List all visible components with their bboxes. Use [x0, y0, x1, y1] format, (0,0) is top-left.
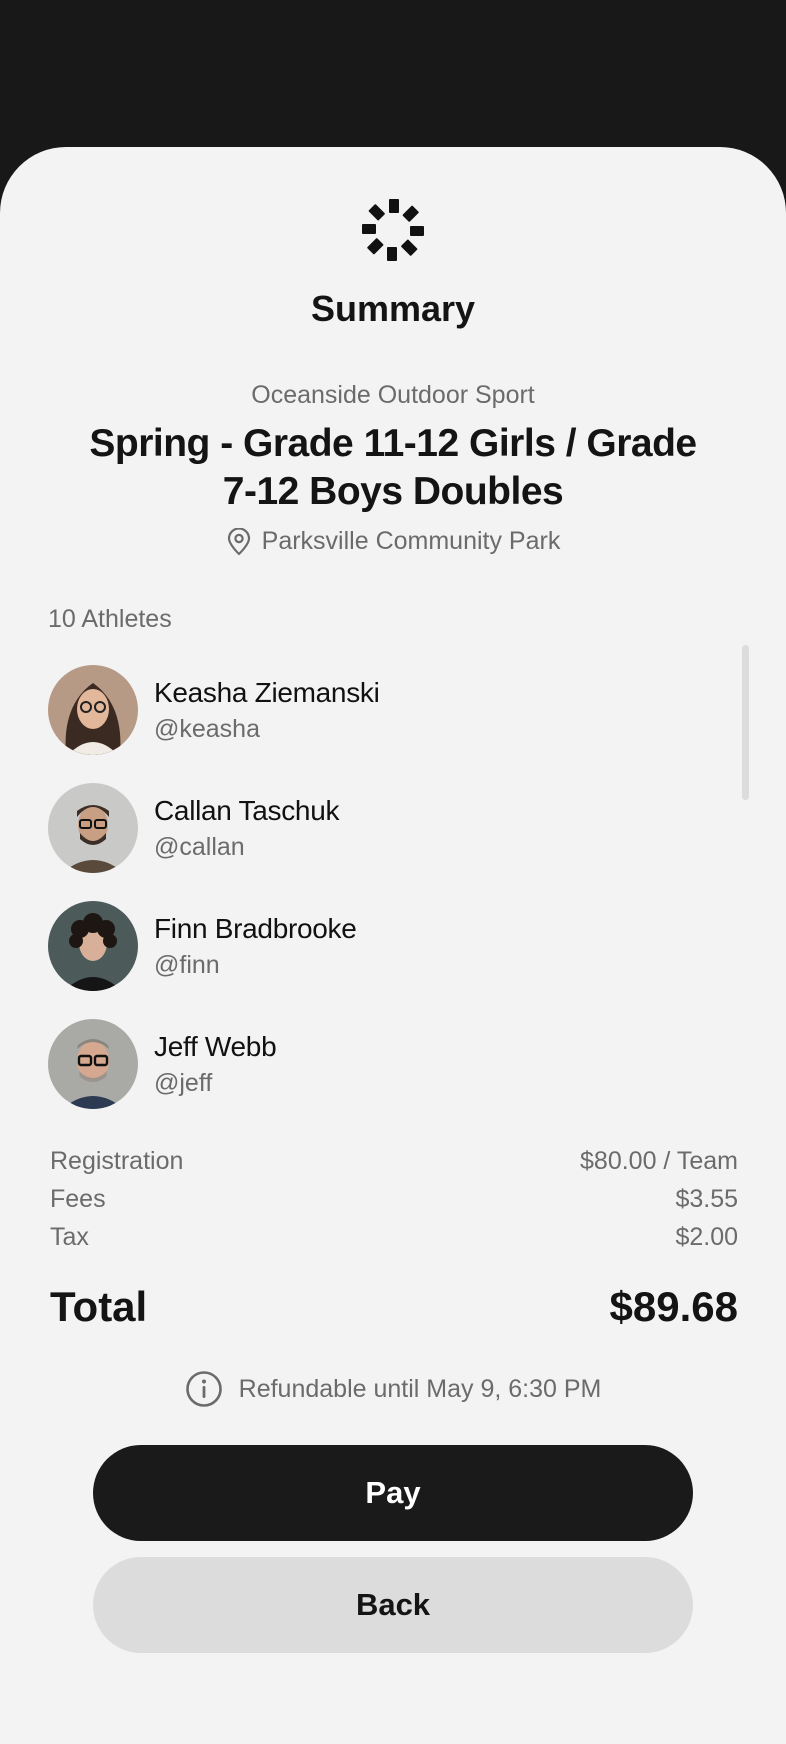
athlete-name: Callan Taschuk — [154, 794, 340, 826]
event-name: Spring - Grade 11-12 Girls / Grade 7-12 … — [89, 422, 697, 513]
page-title: Summary — [310, 288, 476, 329]
location-label: Parksville Community Park — [261, 527, 561, 555]
fees-label: Fees — [50, 1185, 106, 1213]
avatar — [48, 1019, 138, 1109]
total-value: $89.68 — [609, 1283, 738, 1330]
registration-label: Registration — [50, 1147, 184, 1175]
tax-row: Tax $2.00 — [50, 1223, 738, 1252]
event-location: Parksville Community Park — [0, 527, 786, 556]
map-pin-icon — [226, 527, 252, 556]
total-label: Total — [50, 1283, 148, 1330]
back-button[interactable]: Back — [93, 1557, 693, 1653]
athlete-name: Finn Bradbrooke — [154, 912, 357, 944]
info-icon — [185, 1370, 223, 1408]
fees-row: Fees $3.55 — [50, 1185, 738, 1214]
athlete-count: 10 Athletes — [48, 605, 172, 633]
athlete-handle: @finn — [154, 950, 220, 979]
list-item[interactable]: Jeff Webb @jeff — [48, 1018, 728, 1110]
athlete-list-scrollbar[interactable] — [742, 645, 749, 800]
organizer-name: Oceanside Outdoor Sport — [251, 381, 535, 409]
fees-value: $3.55 — [675, 1185, 738, 1213]
athlete-name: Jeff Webb — [154, 1030, 277, 1062]
registration-value: $80.00 / Team — [580, 1147, 738, 1175]
avatar — [48, 665, 138, 755]
list-item[interactable]: Callan Taschuk @callan — [48, 782, 728, 874]
avatar — [48, 783, 138, 873]
athlete-name: Keasha Ziemanski — [154, 676, 380, 708]
athlete-handle: @jeff — [154, 1068, 213, 1097]
list-item[interactable]: Finn Bradbrooke @finn — [48, 900, 728, 992]
registration-row: Registration $80.00 / Team — [50, 1147, 738, 1176]
athlete-handle: @callan — [154, 832, 245, 861]
total-row: Total $89.68 — [50, 1283, 738, 1331]
tax-value: $2.00 — [675, 1223, 738, 1251]
list-item[interactable]: Keasha Ziemanski @keasha — [48, 664, 728, 756]
tax-label: Tax — [50, 1223, 89, 1251]
asterisk-logo-icon — [360, 197, 426, 263]
refund-notice: Refundable until May 9, 6:30 PM — [0, 1370, 786, 1408]
pay-button[interactable]: Pay — [93, 1445, 693, 1541]
avatar — [48, 901, 138, 991]
athlete-handle: @keasha — [154, 714, 260, 743]
refund-text: Refundable until May 9, 6:30 PM — [238, 1374, 602, 1403]
